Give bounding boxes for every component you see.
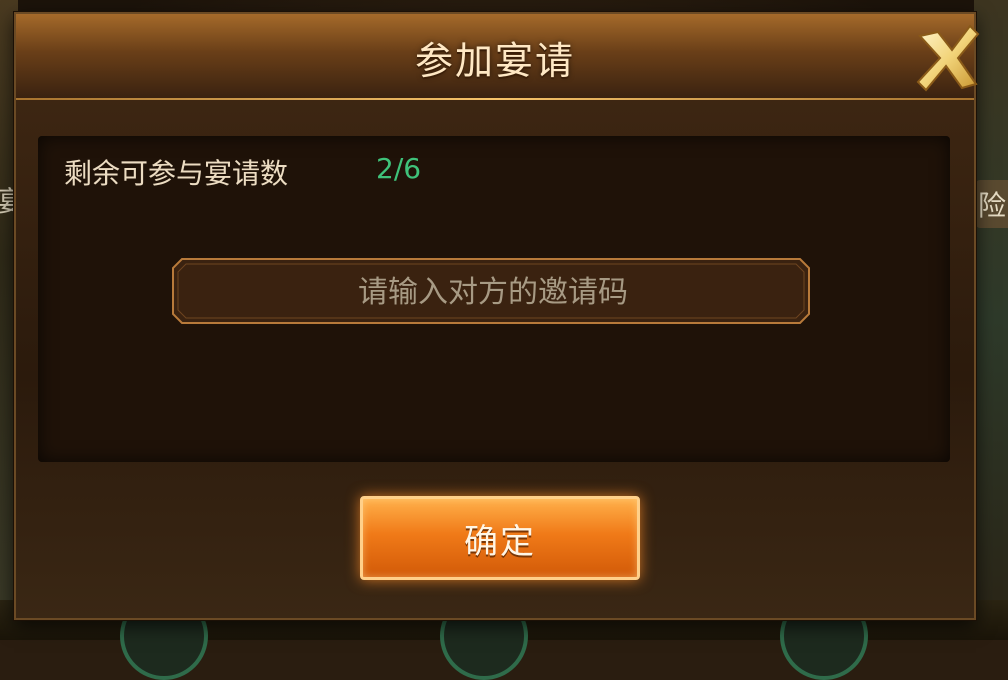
invite-code-input[interactable] xyxy=(186,264,800,320)
background-right-text: 险 xyxy=(975,180,1008,228)
invite-code-field xyxy=(172,258,810,324)
close-button[interactable] xyxy=(912,22,984,94)
join-banquet-dialog: 参加宴请 剩余可参与宴请数 2/6 确定 xyxy=(14,12,980,620)
content-panel: 剩余可参与宴请数 2/6 xyxy=(38,136,950,462)
confirm-button[interactable]: 确定 xyxy=(360,496,640,580)
remaining-invites-value: 2/6 xyxy=(376,152,422,185)
remaining-invites-label: 剩余可参与宴请数 xyxy=(64,157,289,190)
dialog-title: 参加宴请 xyxy=(414,39,575,83)
close-x-icon xyxy=(916,24,980,92)
background-right-edge xyxy=(974,0,1008,640)
confirm-button-label: 确定 xyxy=(464,521,536,562)
dialog-header: 参加宴请 xyxy=(16,14,974,100)
